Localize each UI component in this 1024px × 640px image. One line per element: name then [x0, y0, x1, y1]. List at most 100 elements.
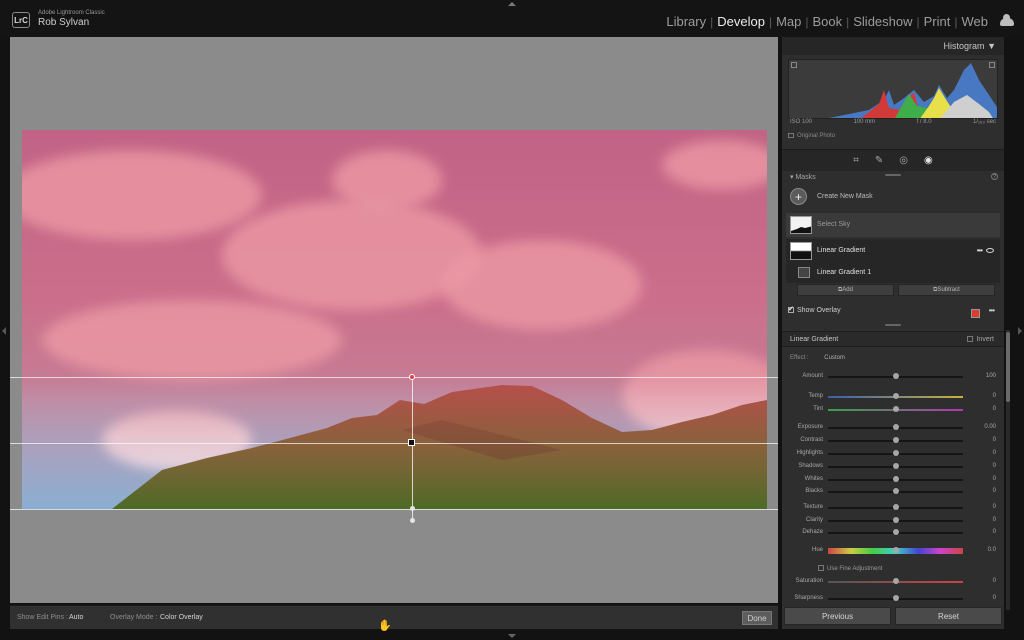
module-map[interactable]: Map: [772, 14, 805, 29]
slider-thumb[interactable]: [892, 578, 899, 584]
slider-thumb[interactable]: [892, 547, 899, 553]
more-options-icon[interactable]: •••: [977, 246, 983, 255]
help-icon[interactable]: ?: [991, 173, 998, 180]
module-print[interactable]: Print: [920, 14, 955, 29]
slider-tint[interactable]: Tint 0: [782, 405, 1004, 415]
slider-thumb[interactable]: [892, 517, 899, 523]
module-book[interactable]: Book: [808, 14, 846, 29]
create-new-mask-row[interactable]: + Create New Mask: [786, 185, 1000, 209]
slider-thumb[interactable]: [892, 463, 899, 469]
slider-thumb[interactable]: [892, 595, 899, 601]
slider-shadows[interactable]: Shadows 0: [782, 462, 1004, 472]
gradient-bottom-pin[interactable]: [410, 506, 415, 511]
show-overlay-checkbox[interactable]: [788, 305, 794, 313]
shadow-clipping-icon[interactable]: [791, 62, 797, 68]
slider-thumb[interactable]: [892, 406, 899, 412]
slider-thumb[interactable]: [892, 504, 899, 510]
invert-toggle[interactable]: Invert: [967, 336, 994, 343]
plus-icon[interactable]: +: [790, 188, 807, 205]
slider-thumb[interactable]: [892, 450, 899, 456]
slider-thumb[interactable]: [892, 373, 899, 379]
module-web[interactable]: Web: [958, 14, 993, 29]
panel-grab-handle[interactable]: [885, 324, 901, 326]
image-canvas[interactable]: [10, 37, 778, 603]
filmstrip-toggle-arrow[interactable]: [508, 634, 516, 638]
slider-dehaze[interactable]: Dehaze 0: [782, 528, 1004, 538]
slider-hue[interactable]: Hue 0.0: [782, 546, 1004, 556]
slider-value[interactable]: 0: [993, 504, 996, 510]
overlay-mode-dropdown[interactable]: Color Overlay: [160, 614, 203, 621]
slider-value[interactable]: 0: [993, 450, 996, 456]
histogram-graph[interactable]: [788, 59, 998, 119]
eye-icon[interactable]: [986, 248, 994, 253]
slider-value[interactable]: 0: [993, 517, 996, 523]
slider-contrast[interactable]: Contrast 0: [782, 436, 1004, 446]
slider-value[interactable]: 0: [993, 437, 996, 443]
histogram-header[interactable]: Histogram ▼: [782, 37, 1004, 55]
slider-value[interactable]: 0: [993, 476, 996, 482]
module-slideshow[interactable]: Slideshow: [849, 14, 916, 29]
highlight-clipping-icon[interactable]: [989, 62, 995, 68]
collapse-triangle-icon[interactable]: ▼: [987, 41, 996, 51]
photo-preview[interactable]: [22, 130, 767, 509]
slider-saturation[interactable]: Saturation 0: [782, 577, 1004, 587]
slider-value[interactable]: 0.0: [988, 547, 996, 553]
slider-value[interactable]: 100: [986, 373, 996, 379]
gradient-rotate-handle[interactable]: [410, 518, 415, 523]
slider-thumb[interactable]: [892, 393, 899, 399]
reset-button[interactable]: Reset: [895, 607, 1002, 625]
slider-value[interactable]: 0: [993, 578, 996, 584]
subtract-mask-button[interactable]: ⧉ Subtract: [898, 284, 995, 296]
panel-scrollbar-thumb[interactable]: [1006, 332, 1010, 402]
slider-temp[interactable]: Temp 0: [782, 392, 1004, 402]
right-panel-toggle-arrow[interactable]: [1018, 327, 1022, 335]
slider-value[interactable]: 0.00: [984, 424, 996, 430]
slider-thumb[interactable]: [892, 488, 899, 494]
slider-exposure[interactable]: Exposure 0.00: [782, 423, 1004, 433]
slider-whites[interactable]: Whites 0: [782, 475, 1004, 485]
module-develop[interactable]: Develop: [713, 14, 769, 29]
gradient-bottom-line[interactable]: [10, 509, 778, 510]
slider-value[interactable]: 0: [993, 463, 996, 469]
module-library[interactable]: Library: [662, 14, 710, 29]
masks-header[interactable]: ▾ Masks ?: [782, 171, 1004, 183]
slider-texture[interactable]: Texture 0: [782, 503, 1004, 513]
slider-clarity[interactable]: Clarity 0: [782, 516, 1004, 526]
invert-checkbox[interactable]: [967, 336, 974, 342]
overlay-options-icon[interactable]: •••: [989, 306, 995, 315]
gradient-center-line[interactable]: [10, 443, 778, 444]
red-eye-icon[interactable]: ◎: [899, 155, 908, 166]
original-photo-checkbox[interactable]: [788, 133, 794, 138]
collapse-top-panel-arrow[interactable]: [508, 2, 516, 6]
slider-value[interactable]: 0: [993, 393, 996, 399]
healing-brush-icon[interactable]: ✎: [875, 155, 883, 166]
slider-amount[interactable]: Amount 100: [782, 372, 1004, 382]
original-photo-toggle[interactable]: Original Photo: [788, 133, 835, 139]
previous-button[interactable]: Previous: [784, 607, 891, 625]
cloud-icon[interactable]: [1000, 13, 1014, 26]
slider-thumb[interactable]: [892, 424, 899, 430]
slider-value[interactable]: 0: [993, 488, 996, 494]
fine-adjustment-checkbox[interactable]: [818, 565, 824, 571]
mask-item-select-sky[interactable]: Select Sky: [786, 213, 1000, 237]
show-overlay-toggle[interactable]: Show Overlay •••: [788, 305, 998, 321]
fine-adjustment-toggle[interactable]: Use Fine Adjustment: [818, 565, 882, 572]
slider-thumb[interactable]: [892, 476, 899, 482]
slider-thumb[interactable]: [892, 437, 899, 443]
crop-icon[interactable]: ⌗: [853, 155, 859, 166]
edit-pins-dropdown[interactable]: Auto: [69, 614, 83, 621]
slider-thumb[interactable]: [892, 529, 899, 535]
slider-highlights[interactable]: Highlights 0: [782, 449, 1004, 459]
slider-blacks[interactable]: Blacks 0: [782, 487, 1004, 497]
slider-value[interactable]: 0: [993, 406, 996, 412]
mask-component-linear-gradient-1[interactable]: Linear Gradient 1: [786, 263, 1000, 283]
mask-item-linear-gradient[interactable]: Linear Gradient •••: [786, 239, 1000, 263]
add-mask-button[interactable]: ⧉ Add: [797, 284, 894, 296]
left-panel-toggle-arrow[interactable]: [2, 327, 6, 335]
effect-dropdown[interactable]: Custom: [824, 355, 845, 361]
gradient-top-line[interactable]: [10, 377, 778, 378]
done-button[interactable]: Done: [742, 611, 772, 625]
slider-value[interactable]: 0: [993, 595, 996, 601]
overlay-color-swatch[interactable]: [971, 309, 980, 318]
masking-icon[interactable]: ◉: [924, 155, 933, 166]
